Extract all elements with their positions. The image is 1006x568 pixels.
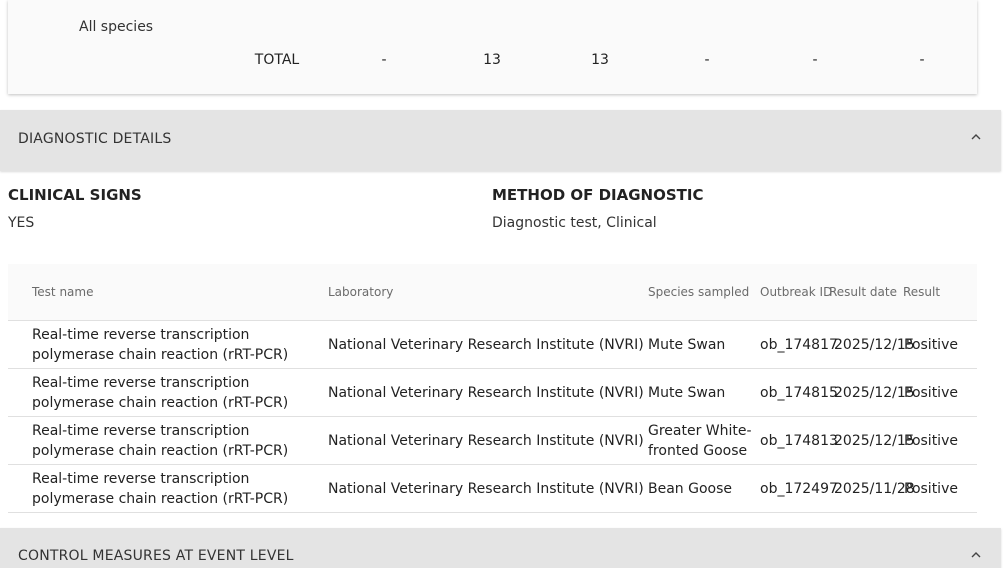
clinical-signs-value: YES <box>8 215 35 231</box>
cell-species-sampled: Mute Swan <box>648 336 726 353</box>
clinical-signs-label: CLINICAL SIGNS <box>8 186 142 204</box>
table-row: Real-time reverse transcription polymera… <box>8 417 977 465</box>
total-value-5: - <box>812 52 818 68</box>
method-of-diagnostic-value: Diagnostic test, Clinical <box>492 215 657 231</box>
method-of-diagnostic-label: METHOD OF DIAGNOSTIC <box>492 186 704 204</box>
cell-result-date: 2025/12/15 <box>834 432 915 449</box>
cell-test-name: Real-time reverse transcription polymera… <box>32 374 289 411</box>
species-label: All species <box>79 19 154 35</box>
cell-result: Positive <box>904 480 958 497</box>
cell-result: Positive <box>904 432 958 449</box>
total-label: TOTAL <box>254 52 300 68</box>
chevron-up-icon[interactable] <box>971 132 981 142</box>
cell-result: Positive <box>904 384 958 401</box>
cell-outbreak-id: ob_174817 <box>760 336 838 353</box>
cell-species-sampled: Mute Swan <box>648 384 726 401</box>
total-value-1: - <box>381 52 387 68</box>
total-value-2: 13 <box>483 52 501 68</box>
cell-laboratory: National Veterinary Research Institute (… <box>328 384 644 401</box>
table-header: Test name Laboratory Species sampled Out… <box>8 264 977 321</box>
table-row: Real-time reverse transcription polymera… <box>8 321 977 369</box>
cell-result: Positive <box>904 336 958 353</box>
cell-species-sampled: Bean Goose <box>648 480 733 497</box>
cell-species-sampled: Greater White-fronted Goose <box>648 422 752 459</box>
table-row: Real-time reverse transcription polymera… <box>8 369 977 417</box>
cell-result-date: 2025/11/28 <box>834 480 915 497</box>
totals-row: TOTAL - 13 13 - - - <box>8 52 977 72</box>
species-totals-card: All species TOTAL - 13 13 - - - <box>8 0 977 94</box>
header-laboratory[interactable]: Laboratory <box>328 285 393 299</box>
cell-outbreak-id: ob_174813 <box>760 432 838 449</box>
header-result[interactable]: Result <box>903 285 940 299</box>
total-value-6: - <box>919 52 925 68</box>
cell-laboratory: National Veterinary Research Institute (… <box>328 432 644 449</box>
cell-laboratory: National Veterinary Research Institute (… <box>328 480 644 497</box>
diagnostic-details-title: DIAGNOSTIC DETAILS <box>18 131 172 147</box>
chevron-up-icon[interactable] <box>971 550 981 560</box>
cell-outbreak-id: ob_172497 <box>760 480 838 497</box>
total-value-4: - <box>704 52 710 68</box>
header-outbreak-id[interactable]: Outbreak ID <box>760 285 832 299</box>
header-result-date[interactable]: Result date <box>829 285 897 299</box>
control-measures-title: CONTROL MEASURES AT EVENT LEVEL <box>18 548 294 564</box>
cell-outbreak-id: ob_174815 <box>760 384 838 401</box>
table-row: Real-time reverse transcription polymera… <box>8 465 977 513</box>
control-measures-header[interactable]: CONTROL MEASURES AT EVENT LEVEL <box>0 528 1001 568</box>
cell-result-date: 2025/12/15 <box>834 336 915 353</box>
cell-laboratory: National Veterinary Research Institute (… <box>328 336 644 353</box>
header-species-sampled[interactable]: Species sampled <box>648 285 749 299</box>
diagnostic-details-header[interactable]: DIAGNOSTIC DETAILS <box>0 110 1001 171</box>
cell-test-name: Real-time reverse transcription polymera… <box>32 422 289 459</box>
cell-test-name: Real-time reverse transcription polymera… <box>32 326 289 363</box>
cell-test-name: Real-time reverse transcription polymera… <box>32 470 289 507</box>
cell-result-date: 2025/12/15 <box>834 384 915 401</box>
header-test-name[interactable]: Test name <box>32 285 93 299</box>
total-value-3: 13 <box>591 52 609 68</box>
diagnostic-tests-table: Test name Laboratory Species sampled Out… <box>8 264 977 513</box>
